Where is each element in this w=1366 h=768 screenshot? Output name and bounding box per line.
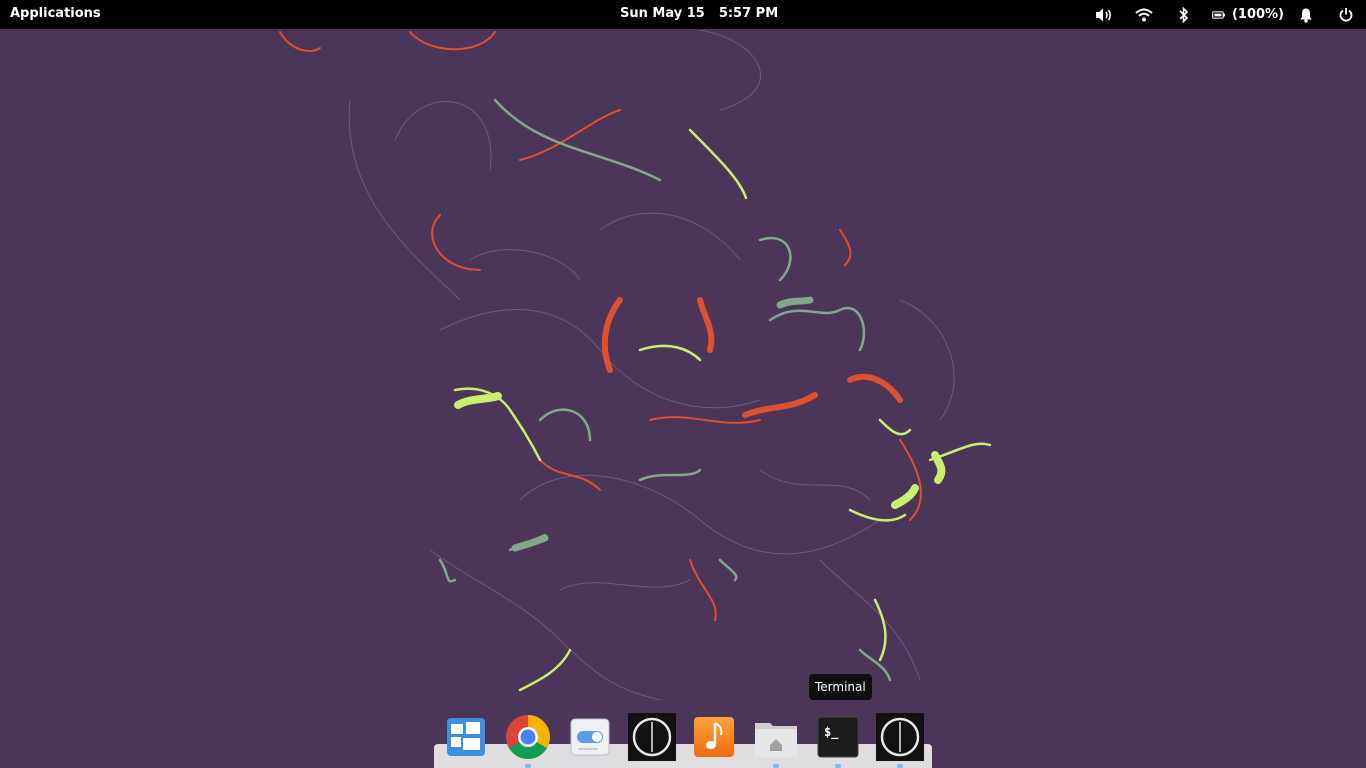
multitasking-view-icon	[447, 718, 485, 756]
clock-icon	[628, 713, 676, 761]
power-indicator[interactable]: (100%)	[1212, 0, 1284, 29]
notifications-icon	[1300, 8, 1312, 23]
dock-item-music[interactable]	[690, 713, 738, 761]
dock-item-clock[interactable]	[628, 713, 676, 761]
bluetooth-icon	[1179, 6, 1189, 23]
svg-text:$_: $_	[824, 725, 839, 740]
dock-item-files[interactable]	[752, 713, 800, 761]
clock-running-indicator	[897, 764, 903, 768]
network-indicator[interactable]	[1132, 0, 1156, 29]
battery-icon	[1212, 10, 1225, 19]
time-label: 5:57 PM	[718, 6, 779, 21]
terminal-icon: $_	[817, 716, 859, 758]
chrome-running-indicator	[525, 764, 531, 768]
terminal-running-indicator	[835, 764, 841, 768]
desktop-wallpaper	[0, 29, 1366, 768]
dock-item-terminal[interactable]: $_	[814, 713, 862, 761]
files-icon	[755, 723, 797, 757]
battery-percent: (100%)	[1231, 7, 1284, 22]
dock-item-multitasking-view[interactable]	[442, 713, 490, 761]
dock-item-clock-running[interactable]	[876, 713, 924, 761]
power-icon	[1339, 8, 1353, 22]
notifications-indicator[interactable]	[1296, 0, 1316, 29]
volume-icon	[1096, 8, 1112, 21]
files-running-indicator	[773, 764, 779, 768]
music-icon	[694, 717, 734, 757]
dock-tooltip: Terminal	[809, 674, 872, 700]
date-label: Sun May 15	[620, 6, 705, 21]
session-indicator[interactable]	[1336, 0, 1356, 29]
top-panel: Applications Sun May 15 5:57 PM (100%)	[0, 0, 1366, 29]
dock-item-system-settings[interactable]	[566, 713, 614, 761]
volume-indicator[interactable]	[1092, 0, 1116, 29]
dock-item-chrome[interactable]	[504, 713, 552, 761]
date-time[interactable]: Sun May 15 5:57 PM	[620, 6, 778, 21]
bluetooth-indicator[interactable]	[1174, 0, 1194, 29]
clock-icon	[876, 713, 924, 761]
chrome-icon	[506, 715, 550, 759]
wifi-icon	[1135, 8, 1153, 21]
applications-menu[interactable]: Applications	[10, 6, 101, 21]
system-settings-icon	[570, 718, 610, 756]
